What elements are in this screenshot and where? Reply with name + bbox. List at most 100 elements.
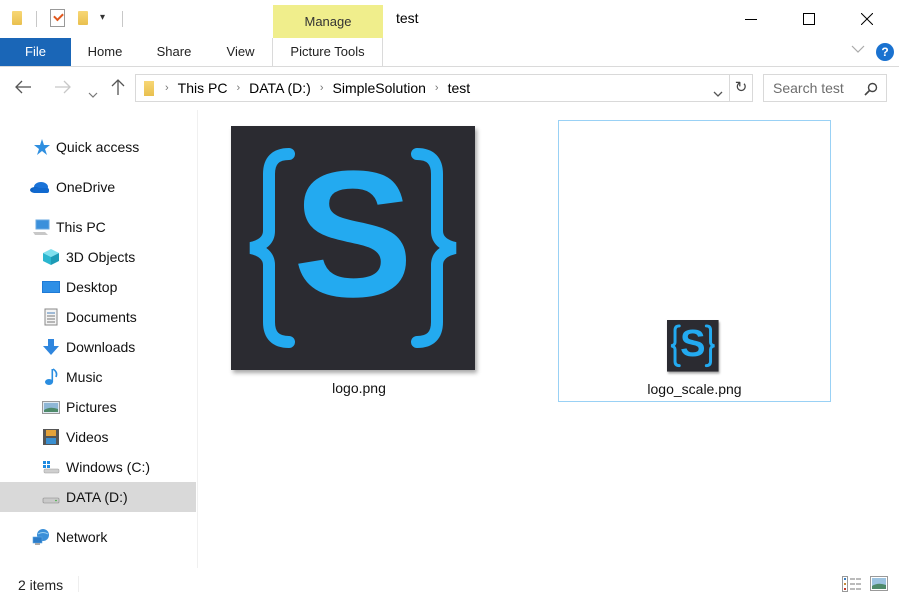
breadcrumb-simplesolution[interactable]: SimpleSolution	[333, 80, 426, 96]
title-bar: ▾ Manage test	[0, 0, 899, 38]
breadcrumb-separator[interactable]: ›	[236, 82, 240, 94]
tab-manage[interactable]: Manage	[273, 5, 383, 38]
toolbar-divider	[122, 11, 123, 27]
network-icon	[32, 529, 49, 545]
tab-share[interactable]: Share	[139, 38, 209, 66]
sidebar-item-quick-access[interactable]: Quick access	[0, 132, 196, 162]
sidebar-item-network[interactable]: Network	[0, 522, 196, 552]
address-bar[interactable]: › This PC › DATA (D:) › SimpleSolution ›…	[135, 74, 730, 102]
status-bar: 2 items	[0, 568, 899, 600]
customize-dropdown-icon[interactable]: ▾	[100, 12, 105, 23]
chevron-down-icon	[88, 92, 98, 98]
help-icon[interactable]: ?	[876, 43, 894, 61]
sidebar-label: Downloads	[66, 339, 136, 355]
sidebar-item-onedrive[interactable]: OneDrive	[0, 172, 196, 202]
sidebar-label: Network	[56, 529, 108, 545]
forward-button[interactable]	[54, 78, 72, 99]
ribbon-tabs: File Home Share View Picture Tools ?	[0, 38, 899, 67]
up-arrow-icon	[111, 79, 125, 95]
close-icon	[861, 13, 873, 25]
chevron-down-icon[interactable]	[851, 43, 865, 57]
sidebar-label: This PC	[56, 219, 106, 235]
up-button[interactable]	[111, 78, 125, 101]
back-button[interactable]	[14, 78, 32, 99]
sidebar-label: Videos	[66, 429, 109, 445]
sidebar-item-documents[interactable]: Documents	[0, 302, 196, 332]
breadcrumb-separator[interactable]: ›	[320, 82, 324, 94]
large-icons-view-icon	[870, 576, 888, 591]
sidebar-item-downloads[interactable]: Downloads	[0, 332, 196, 362]
3d-objects-icon	[43, 249, 59, 265]
logo-thumbnail: S	[231, 126, 475, 370]
maximize-button[interactable]	[780, 0, 838, 38]
sidebar-item-data-d[interactable]: DATA (D:)	[0, 482, 196, 512]
details-view-button[interactable]	[842, 576, 862, 597]
tab-picture-tools[interactable]: Picture Tools	[272, 38, 383, 66]
forward-arrow-icon	[55, 80, 71, 94]
pictures-icon	[42, 401, 60, 414]
file-name: logo_scale.png	[647, 381, 742, 397]
sidebar-label: Quick access	[56, 139, 140, 155]
sidebar-item-3d-objects[interactable]: 3D Objects	[0, 242, 196, 272]
new-folder-icon[interactable]	[78, 11, 88, 25]
sidebar-label: DATA (D:)	[66, 489, 128, 505]
sidebar-label: OneDrive	[56, 179, 116, 195]
search-input[interactable]: Search test	[763, 74, 887, 102]
desktop-icon	[42, 281, 60, 293]
data-drive-icon	[42, 497, 60, 504]
refresh-button[interactable]: ↻	[729, 74, 753, 102]
windows-drive-icon	[43, 461, 60, 474]
sidebar-item-windows-c[interactable]: Windows (C:)	[0, 452, 196, 482]
tab-file[interactable]: File	[0, 38, 71, 66]
status-divider	[78, 576, 79, 592]
file-name: logo.png	[332, 380, 386, 396]
sidebar-item-music[interactable]: Music	[0, 362, 196, 392]
minimize-button[interactable]	[722, 0, 780, 38]
sidebar-item-videos[interactable]: Videos	[0, 422, 196, 452]
videos-icon	[43, 429, 59, 445]
close-button[interactable]	[838, 0, 896, 38]
this-pc-icon	[33, 219, 50, 235]
downloads-icon	[43, 339, 59, 355]
toolbar-divider	[36, 11, 37, 27]
window-title: test	[396, 10, 419, 26]
file-item-logo-scale-png[interactable]: S logo_scale.png	[558, 120, 831, 402]
sidebar-label: Windows (C:)	[66, 459, 151, 475]
svg-text:S: S	[293, 134, 413, 335]
sidebar-label: Music	[66, 369, 103, 385]
breadcrumb-data-drive[interactable]: DATA (D:)	[249, 80, 311, 96]
recent-locations-button[interactable]	[88, 83, 98, 104]
quick-access-star-icon	[34, 139, 50, 155]
breadcrumb-this-pc[interactable]: This PC	[178, 80, 228, 96]
breadcrumb-test[interactable]: test	[448, 80, 471, 96]
sidebar-label: 3D Objects	[66, 249, 136, 265]
sidebar-label: Documents	[66, 309, 137, 325]
back-arrow-icon	[15, 80, 31, 94]
file-item-logo-png[interactable]: S logo.png	[221, 120, 497, 405]
minimize-icon	[745, 19, 757, 20]
sidebar-item-this-pc[interactable]: This PC	[0, 212, 196, 242]
refresh-icon: ↻	[734, 79, 748, 96]
item-count: 2 items	[18, 577, 64, 593]
search-icon	[864, 82, 878, 96]
navigation-pane: Quick access OneDrive This PC 3D Objects…	[0, 110, 198, 568]
sidebar-item-desktop[interactable]: Desktop	[0, 272, 196, 302]
file-list: S logo.png S logo_scale.png	[199, 110, 899, 568]
search-placeholder: Search test	[773, 80, 844, 96]
details-view-icon	[842, 576, 861, 592]
sidebar-label: Desktop	[66, 279, 118, 295]
folder-icon[interactable]	[12, 11, 22, 25]
address-dropdown-icon[interactable]	[713, 85, 723, 101]
breadcrumb-separator[interactable]: ›	[165, 82, 169, 94]
svg-text:S: S	[680, 323, 705, 365]
documents-icon	[44, 308, 58, 326]
sidebar-label: Pictures	[66, 399, 117, 415]
tab-view[interactable]: View	[209, 38, 272, 66]
maximize-icon	[803, 13, 815, 25]
large-icons-view-button[interactable]	[870, 576, 888, 596]
tab-home[interactable]: Home	[71, 38, 139, 66]
properties-icon[interactable]	[50, 9, 65, 27]
logo-small-thumbnail: S	[667, 320, 719, 372]
breadcrumb-separator[interactable]: ›	[435, 82, 439, 94]
sidebar-item-pictures[interactable]: Pictures	[0, 392, 196, 422]
